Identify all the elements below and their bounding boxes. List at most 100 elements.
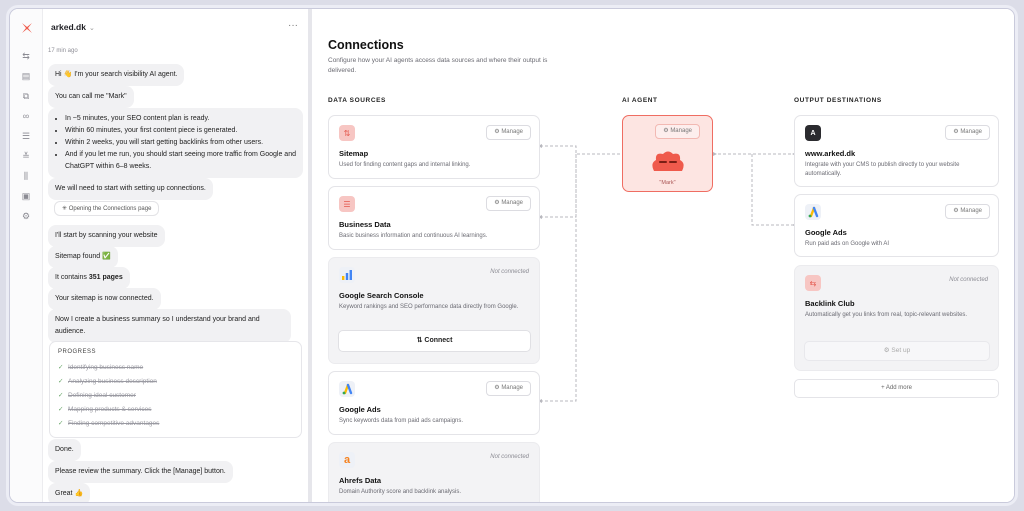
list-item: Within 2 weeks, you will start getting b… (65, 137, 296, 149)
check-icon: ✓ (58, 392, 64, 399)
manage-label: Manage (960, 129, 982, 135)
card-description: Automatically get you links from real, t… (805, 312, 968, 318)
card-title: Google Ads (339, 405, 381, 414)
manage-label: Manage (501, 385, 523, 391)
agent-name: "Mark" (659, 180, 676, 186)
message-text: It contains (55, 274, 89, 281)
progress-step: ✓ Defining ideal customer (58, 391, 136, 399)
card-description: Keyword rankings and SEO performance dat… (339, 304, 519, 310)
status-not-connected: Not connected (949, 277, 988, 283)
icon-rail: ⇆ ▤ ⧉ ∞ ☰ ≚ ⫼ ▣ ⚙ (10, 9, 43, 502)
google-ads-icon (805, 204, 821, 220)
setup-label: Set up (891, 347, 911, 354)
connector-output-ads (751, 154, 794, 226)
chat-message: Hi 👋 I'm your search visibility AI agent… (48, 64, 185, 86)
progress-step-label: Mapping products & services (68, 406, 152, 413)
progress-step: ✓ Finding competitive advantages (58, 419, 159, 427)
card-description: Basic business information and continuou… (339, 233, 488, 239)
chat-message: We will need to start with setting up co… (48, 178, 213, 200)
connections-page: Connections Configure how your AI agents… (312, 9, 1014, 502)
app-window: ⇆ ▤ ⧉ ∞ ☰ ≚ ⫼ ▣ ⚙ arked.dk ⌄ ··· 17 min a… (9, 8, 1015, 503)
copy-icon[interactable]: ⧉ (21, 91, 31, 101)
list-item: In ~5 minutes, your SEO content plan is … (65, 113, 296, 125)
progress-title: PROGRESS (58, 349, 97, 355)
manage-label: Manage (501, 200, 523, 206)
progress-step-label: Analyzing business description (68, 378, 157, 385)
manage-label: Manage (670, 128, 692, 134)
action-pill-label: Opening the Connections page (68, 206, 152, 212)
manage-button[interactable]: ⚙ Manage (486, 196, 531, 211)
search-console-icon (339, 267, 355, 283)
check-icon: ✓ (58, 378, 64, 385)
connect-label: Connect (424, 337, 453, 344)
agent-mascot-icon (652, 151, 684, 171)
output-card-google-ads[interactable]: ⚙ Manage Google Ads Run paid ads on Goog… (794, 194, 999, 257)
chat-message-list: In ~5 minutes, your SEO content plan is … (48, 108, 303, 178)
card-description: Integrate with your CMS to publish direc… (805, 162, 960, 177)
card-title: Sitemap (339, 149, 369, 158)
briefcase-icon[interactable]: ▣ (21, 191, 31, 201)
page-title: Connections (328, 38, 404, 52)
card-title: Backlink Club (805, 299, 855, 308)
column-header-outputs: OUTPUT DESTINATIONS (794, 97, 882, 104)
progress-step: ✓ Identifying business name (58, 363, 143, 371)
database-icon[interactable]: ☰ (21, 131, 31, 141)
manage-label: Manage (501, 129, 523, 135)
manage-button[interactable]: ⚙ Manage (945, 204, 990, 219)
chat-message: You can call me "Mark" (48, 86, 134, 108)
output-card-backlink-club: ⇆ Not connected Backlink Club Automatica… (794, 265, 999, 371)
manage-label: Manage (960, 208, 982, 214)
calendar-icon[interactable]: ▤ (21, 71, 31, 81)
agent-card[interactable]: ⚙ Manage "Mark" (622, 115, 713, 192)
check-icon: ✓ (58, 420, 64, 427)
source-card-google-ads[interactable]: ⚙ Manage Google Ads Sync keywords data f… (328, 371, 540, 435)
manage-button[interactable]: ⚙ Manage (945, 125, 990, 140)
database-icon: ☰ (339, 196, 355, 212)
link-icon[interactable]: ∞ (21, 111, 31, 121)
progress-step: ✓ Analyzing business description (58, 377, 157, 385)
chat-message: I'll start by scanning your website (48, 225, 165, 247)
source-card-search-console: Not connected Google Search Console Keyw… (328, 257, 540, 364)
manage-button[interactable]: ⚙ Manage (486, 381, 531, 396)
progress-step-label: Identifying business name (68, 364, 144, 371)
workspace-switcher[interactable]: arked.dk ⌄ (51, 22, 95, 32)
chat-message: Please review the summary. Click the [Ma… (48, 461, 233, 483)
sliders-icon[interactable]: ≚ (21, 151, 31, 161)
card-title: Ahrefs Data (339, 476, 382, 485)
analytics-icon[interactable]: ⫼ (21, 171, 31, 181)
settings-icon[interactable]: ⚙ (21, 211, 31, 221)
ahrefs-icon: a (339, 452, 355, 468)
chat-message: Your sitemap is now connected. (48, 288, 161, 310)
source-card-sitemap[interactable]: ⇅ ⚙ Manage Sitemap Used for finding cont… (328, 115, 540, 179)
connect-button[interactable]: ⇅ Connect (338, 330, 531, 352)
card-title: Business Data (339, 220, 391, 229)
source-card-business-data[interactable]: ☰ ⚙ Manage Business Data Basic business … (328, 186, 540, 250)
app-logo-icon[interactable] (20, 21, 34, 35)
add-more-button[interactable]: + Add more (794, 379, 999, 398)
status-not-connected: Not connected (490, 269, 529, 275)
column-header-agent: AI AGENT (622, 97, 658, 104)
chat-message: Sitemap found ✅ (48, 246, 118, 268)
page-count: 351 pages (88, 274, 123, 281)
card-description: Used for finding content gaps and intern… (339, 162, 471, 168)
more-icon[interactable]: ··· (288, 20, 298, 31)
card-description: Run paid ads on Google with AI (805, 241, 890, 247)
google-ads-icon (339, 381, 355, 397)
setup-button[interactable]: ⚙ Set up (804, 341, 990, 361)
manage-button[interactable]: ⚙ Manage (655, 124, 700, 139)
chat-message: Done. (48, 439, 81, 461)
list-item: Within 60 minutes, your first content pi… (65, 125, 296, 137)
card-description: Sync keywords data from paid ads campaig… (339, 418, 464, 424)
connections-icon[interactable]: ⇆ (21, 51, 31, 61)
connector-google-ads (540, 154, 577, 402)
connector-sitemap (540, 145, 622, 155)
output-card-website[interactable]: A ⚙ Manage www.arked.dk Integrate with y… (794, 115, 999, 187)
list-item: And if you let me run, you should start … (65, 149, 296, 173)
status-not-connected: Not connected (490, 454, 529, 460)
progress-step: ✓ Mapping products & services (58, 405, 151, 413)
manage-button[interactable]: ⚙ Manage (486, 125, 531, 140)
chat-message: It contains 351 pages (48, 267, 130, 289)
card-title: Google Search Console (339, 291, 424, 300)
sitemap-icon: ⇅ (339, 125, 355, 141)
column-header-sources: DATA SOURCES (328, 97, 386, 104)
